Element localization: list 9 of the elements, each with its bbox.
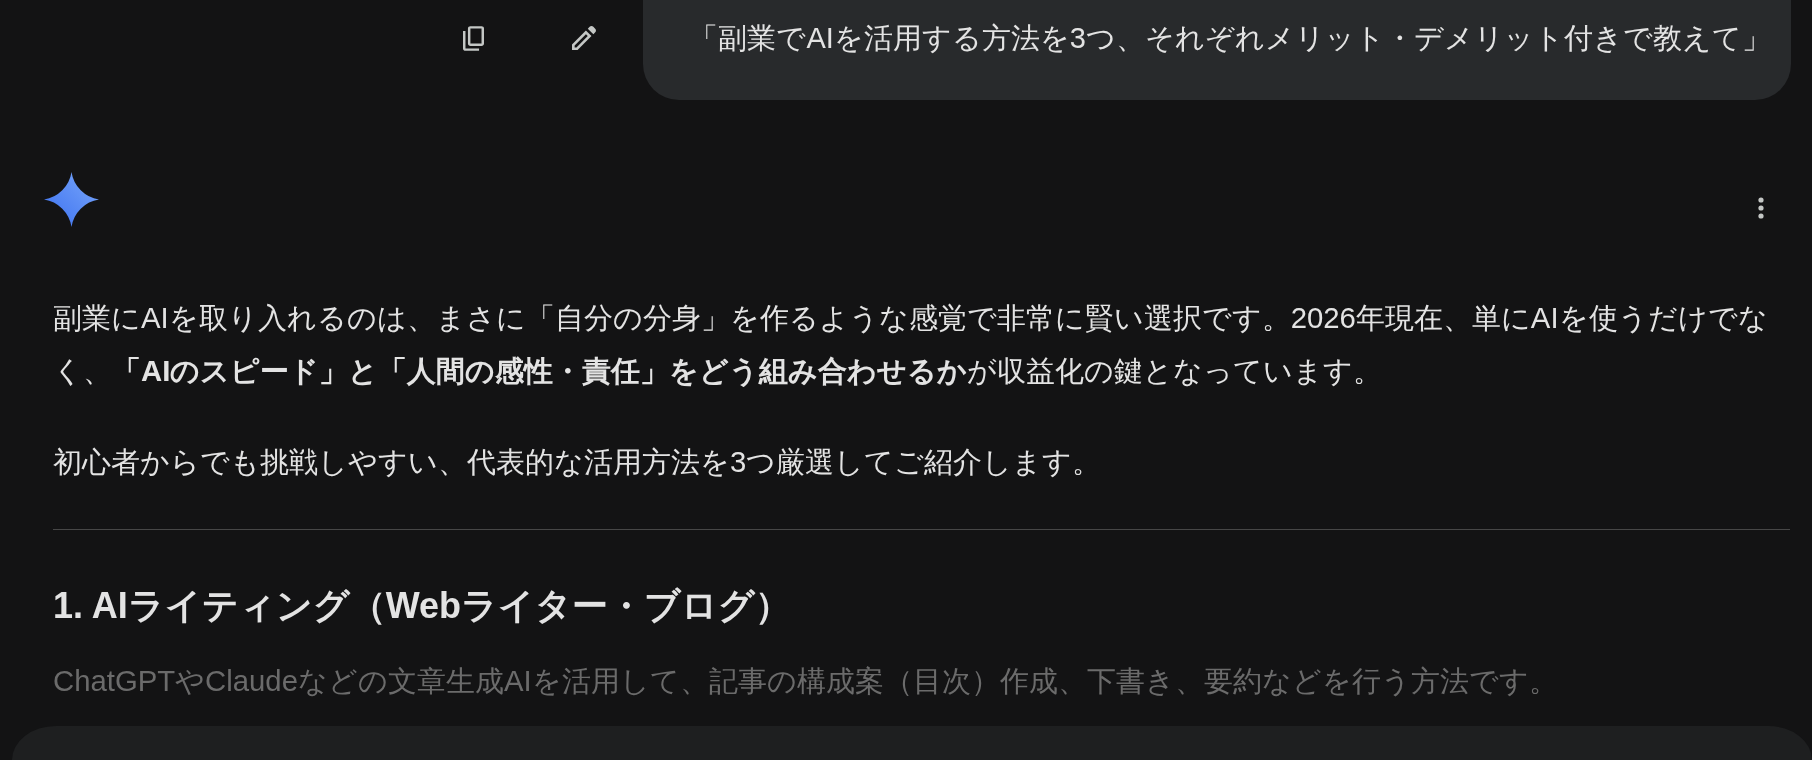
sparkle-icon	[44, 172, 99, 227]
response-paragraph: 副業にAIを取り入れるのは、まさに「自分の分身」を作るような感覚で非常に賢い選択です。2026年現在、単にAIを使うだけでなく、「AIのスピード」と「人間の感性・責任」をどう組み合わせるかが収益化の鍵となっています。	[53, 300, 1769, 389]
more-vertical-icon	[1758, 197, 1764, 219]
response-paragraph: ChatGPTやClaudeなどの文章生成AIを活用して、記事の構成案（目次）作成、下書き、要約などを行う方法です。	[53, 663, 1559, 699]
copy-icon	[462, 25, 484, 51]
section-heading: 1. AIライティング（Webライター・ブログ）	[53, 584, 793, 628]
user-message: 「副業でAIを活用する方法を3つ、それぞれメリット・デメリット付きで教えて」	[643, 0, 1791, 100]
response-paragraph: 初心者からでも挑戦しやすい、代表的な活用方法を3つ厳選してご紹介します。	[53, 444, 1103, 480]
pencil-icon	[572, 26, 597, 50]
